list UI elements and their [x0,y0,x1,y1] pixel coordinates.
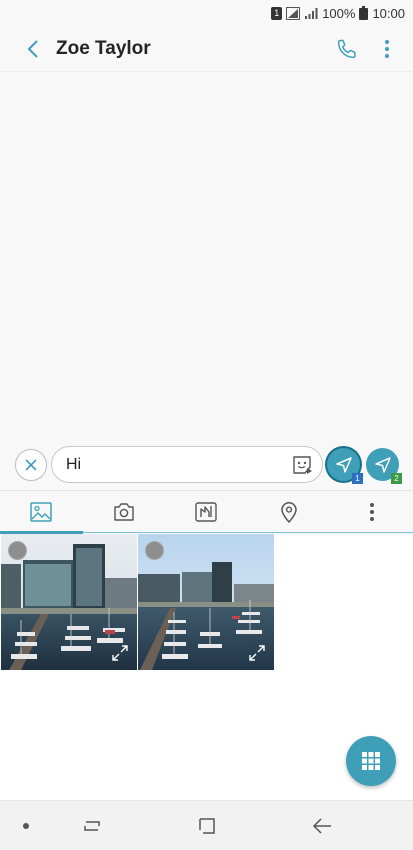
select-checkbox[interactable] [145,541,164,560]
sticker-button[interactable] [290,453,314,477]
clock: 10:00 [372,5,405,21]
sticker-icon [293,456,312,474]
select-checkbox[interactable] [8,541,27,560]
app-bar: Zoe Taylor [0,26,413,72]
tab-drawing[interactable] [165,491,248,533]
more-options-button[interactable] [367,29,407,69]
send-sim1-button[interactable]: 1 [327,448,363,484]
expand-icon[interactable] [112,645,128,661]
drawing-icon [195,502,218,522]
contact-name: Zoe Taylor [56,37,151,59]
status-bar: 1 100% 10:00 [0,0,413,26]
tab-camera[interactable] [83,491,166,533]
gallery-thumbnail[interactable] [138,534,274,670]
camera-icon [114,503,134,521]
message-text: Hi [66,456,82,473]
more-vertical-icon [385,39,389,58]
system-nav-bar [0,800,413,850]
back-button[interactable] [10,26,56,72]
nav-dot-indicator[interactable] [23,823,29,829]
home-icon [199,818,215,834]
chevron-left-icon [27,39,38,58]
gallery-icon [30,502,53,522]
expand-icon[interactable] [249,645,265,661]
close-icon [25,459,37,471]
phone-icon [337,39,356,58]
gallery-thumbnail[interactable] [1,534,137,670]
conversation-area [0,72,413,442]
compose-row: Hi 1 2 [0,446,413,484]
home-button[interactable] [195,814,219,838]
location-icon [281,502,297,523]
grid-view-button[interactable] [346,736,396,786]
back-nav-button[interactable] [310,814,334,838]
signal-icon-2 [305,7,318,19]
sim-indicator: 1 [271,6,283,20]
battery-icon [359,6,369,20]
battery-percent: 100% [322,5,356,21]
signal-icon [286,6,301,20]
send-sim2-button[interactable]: 2 [366,448,402,484]
call-button[interactable] [327,29,367,69]
tab-more[interactable] [330,491,413,533]
message-input[interactable]: Hi [51,446,323,483]
messages-screen: 1 100% 10:00 Zoe Taylor Hi 1 2 [0,0,413,850]
cancel-attach-button[interactable] [15,449,47,481]
grid-icon [362,752,380,770]
sim2-badge: 2 [391,473,402,484]
more-vertical-icon [369,503,374,521]
recent-apps-button[interactable] [80,814,104,838]
back-arrow-icon [312,818,331,834]
recent-apps-icon [84,821,100,831]
send-icon [335,456,352,473]
tab-location[interactable] [248,491,331,533]
attachment-tabs [0,490,413,534]
tab-gallery[interactable] [0,491,83,534]
sim1-badge: 1 [352,473,363,484]
send-icon [374,456,391,473]
